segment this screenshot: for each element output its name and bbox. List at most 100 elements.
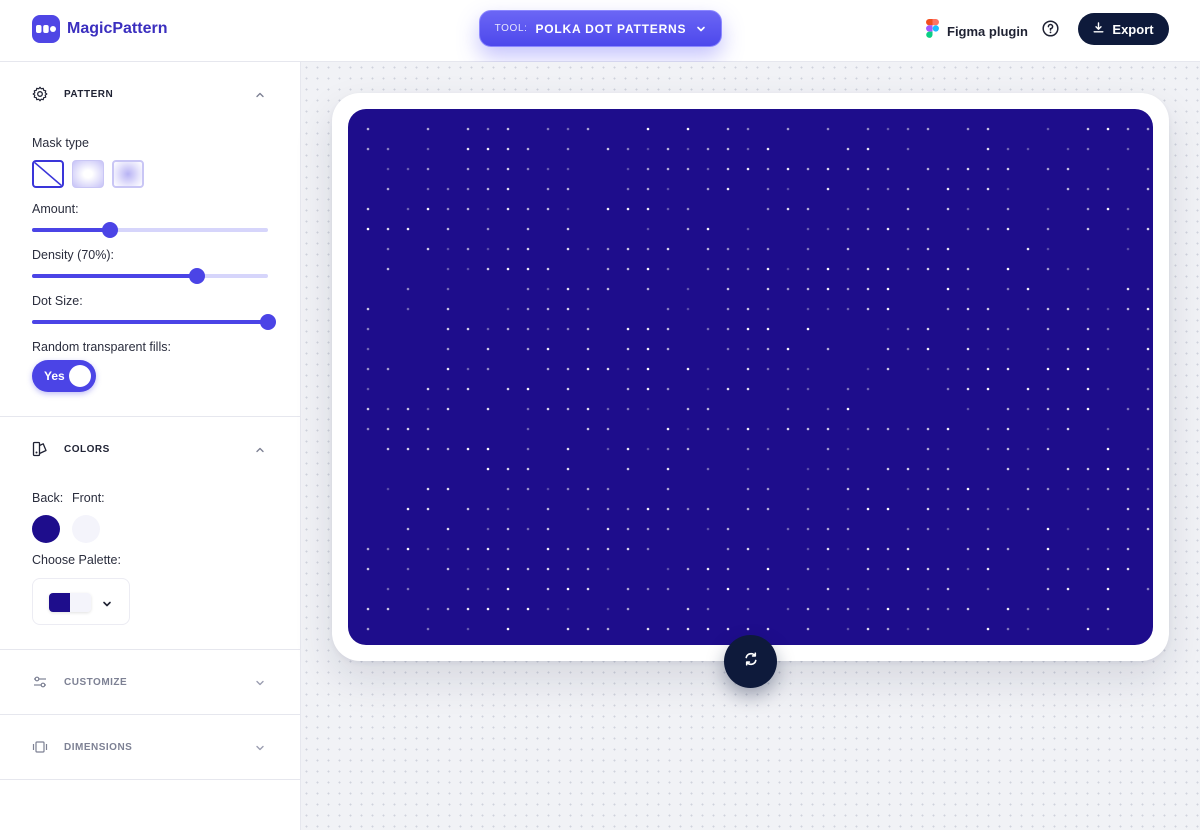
pattern-dot: [806, 627, 810, 631]
export-button[interactable]: Export: [1078, 13, 1169, 45]
pattern-dot: [1086, 347, 1090, 351]
pattern-dot: [1046, 247, 1050, 251]
mask-soft-edge-option[interactable]: [72, 160, 104, 188]
pattern-dot: [806, 207, 810, 211]
pattern-dot: [686, 507, 690, 511]
pattern-dot: [626, 467, 630, 471]
pattern-dot: [546, 547, 550, 551]
dimensions-section-header[interactable]: DIMENSIONS: [0, 732, 300, 762]
pattern-dot: [926, 567, 930, 571]
pattern-dot: [1046, 407, 1050, 411]
pattern-dot: [386, 547, 390, 551]
pattern-dot: [486, 127, 490, 131]
pattern-dot: [806, 487, 810, 491]
tool-selector-button[interactable]: TOOL: POLKA DOT PATTERNS: [479, 10, 722, 47]
pattern-dot: [986, 487, 990, 491]
amount-slider[interactable]: [32, 222, 268, 238]
pattern-dot: [846, 287, 850, 291]
colors-section-header[interactable]: COLORS: [0, 434, 300, 464]
random-fills-toggle[interactable]: Yes: [32, 360, 96, 392]
pattern-dot: [966, 367, 970, 371]
pattern-dot: [426, 447, 430, 451]
pattern-dot: [1086, 547, 1090, 551]
shuffle-button[interactable]: [724, 635, 777, 688]
pattern-dot: [966, 267, 970, 271]
pattern-dot: [806, 527, 810, 531]
pattern-section-header[interactable]: PATTERN: [0, 79, 300, 109]
pattern-dot: [506, 607, 510, 611]
front-color-label: Front:: [72, 491, 105, 505]
figma-plugin-link[interactable]: Figma plugin: [926, 19, 1028, 43]
pattern-dot: [986, 327, 990, 331]
mask-type-label: Mask type: [32, 136, 89, 150]
pattern-dot: [746, 487, 750, 491]
pattern-dot: [966, 387, 970, 391]
pattern-dot: [1086, 227, 1090, 231]
pattern-dot: [986, 367, 990, 371]
pattern-dot: [526, 387, 530, 391]
pattern-dot: [546, 527, 550, 531]
density-slider-thumb[interactable]: [189, 268, 206, 284]
pattern-dot: [706, 587, 710, 591]
pattern-section-title: PATTERN: [64, 88, 114, 100]
pattern-dot: [446, 367, 450, 371]
pattern-dot: [446, 287, 450, 291]
pattern-dot: [1086, 127, 1090, 131]
density-slider[interactable]: [32, 268, 268, 284]
pattern-dot: [686, 447, 690, 451]
brand[interactable]: MagicPattern: [32, 15, 167, 43]
pattern-dot: [386, 227, 390, 231]
pattern-dot: [1146, 287, 1150, 291]
pattern-dot: [1146, 127, 1150, 131]
help-icon[interactable]: [1042, 20, 1059, 37]
pattern-dot: [806, 327, 810, 331]
pattern-dot: [1006, 287, 1010, 291]
back-color-swatch[interactable]: [32, 515, 60, 543]
pattern-dot: [906, 207, 910, 211]
pattern-dot: [706, 167, 710, 171]
pattern-dot: [1146, 527, 1150, 531]
dot-size-slider-thumb[interactable]: [260, 314, 276, 330]
pattern-dot: [366, 307, 370, 311]
pattern-dot: [1086, 507, 1090, 511]
front-color-swatch[interactable]: [72, 515, 100, 543]
pattern-dot: [886, 567, 890, 571]
pattern-dot: [546, 327, 550, 331]
pattern-dot: [726, 587, 730, 591]
pattern-dot: [506, 507, 510, 511]
pattern-dot: [506, 307, 510, 311]
pattern-dot: [1026, 147, 1030, 151]
amount-slider-thumb[interactable]: [101, 222, 118, 238]
pattern-dot: [506, 527, 510, 531]
pattern-dot: [486, 447, 490, 451]
pattern-dot: [826, 527, 830, 531]
pattern-dot: [966, 347, 970, 351]
pattern-dot: [646, 347, 650, 351]
pattern-dot: [366, 627, 370, 631]
pattern-dot: [826, 567, 830, 571]
palette-dropdown[interactable]: [32, 578, 130, 625]
pattern-dot: [786, 407, 790, 411]
pattern-dot: [366, 347, 370, 351]
pattern-dot: [706, 267, 710, 271]
pattern-dot: [546, 267, 550, 271]
pattern-dot: [466, 187, 470, 191]
pattern-dot: [826, 287, 830, 291]
random-fills-label: Random transparent fills:: [32, 340, 171, 354]
pattern-dot: [1146, 367, 1150, 371]
pattern-dot: [366, 427, 370, 431]
mask-none-option[interactable]: [32, 160, 64, 188]
pattern-dot: [806, 287, 810, 291]
pattern-dot: [586, 247, 590, 251]
pattern-dot: [586, 347, 590, 351]
pattern-dot: [546, 587, 550, 591]
pattern-dot: [1066, 527, 1070, 531]
pattern-dot: [566, 547, 570, 551]
pattern-dot: [806, 547, 810, 551]
dot-size-slider[interactable]: [32, 314, 276, 330]
pattern-dot: [1046, 447, 1050, 451]
pattern-dot: [826, 307, 830, 311]
customize-section-header[interactable]: CUSTOMIZE: [0, 667, 300, 697]
pattern-dot: [506, 547, 510, 551]
mask-radial-option[interactable]: [112, 160, 144, 188]
